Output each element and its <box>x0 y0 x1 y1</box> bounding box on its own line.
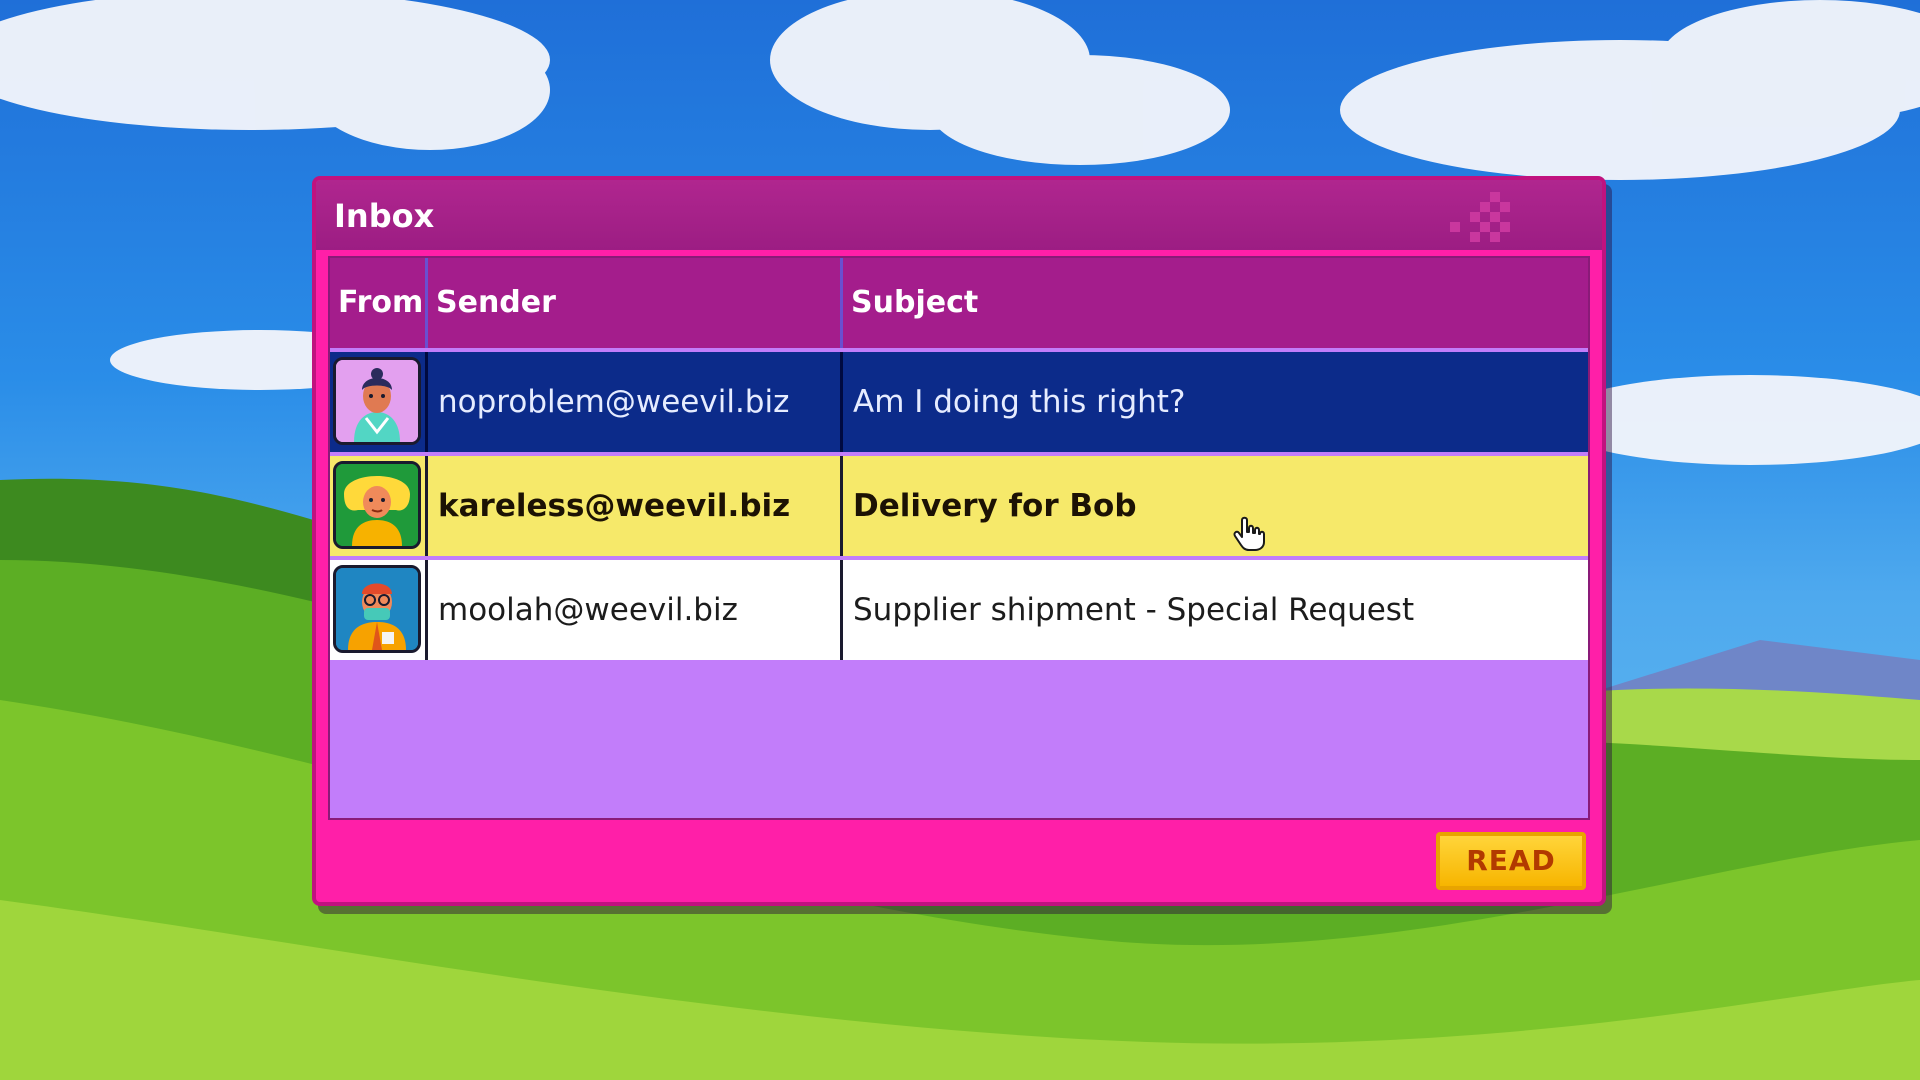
title-bar[interactable]: Inbox <box>316 180 1602 250</box>
email-row-selected[interactable]: noproblem@weevil.biz Am I doing this rig… <box>330 352 1588 452</box>
hand-pointer-icon <box>1233 516 1265 551</box>
empty-list-area <box>330 664 1588 814</box>
read-button[interactable]: READ <box>1436 832 1586 890</box>
window-footer: READ <box>328 820 1590 896</box>
email-row[interactable]: moolah@weevil.biz Supplier shipment - Sp… <box>330 560 1588 660</box>
subject-cell: Supplier shipment - Special Request <box>853 592 1415 628</box>
pixel-decoration-icon <box>1450 192 1510 242</box>
sender-cell: kareless@weevil.biz <box>428 456 843 556</box>
table-header: From Sender Subject <box>330 258 1588 348</box>
teal-character-avatar <box>333 357 421 445</box>
game-scene: Inbox From Sender Subject noproblem@weev… <box>0 0 1920 1080</box>
avatar-cell <box>330 456 428 556</box>
subject-cell: Delivery for Bob <box>853 488 1137 524</box>
email-row-hovered[interactable]: kareless@weevil.biz Delivery for Bob <box>330 456 1588 556</box>
column-header-sender: Sender <box>428 258 843 348</box>
subject-cell: Am I doing this right? <box>853 384 1186 420</box>
avatar-cell <box>330 352 428 452</box>
avatar-cell <box>330 560 428 660</box>
column-header-from: From <box>330 258 428 348</box>
inbox-table: From Sender Subject noproblem@weevil.biz… <box>328 256 1590 820</box>
masked-character-avatar <box>333 565 421 653</box>
window-title: Inbox <box>334 197 435 235</box>
blonde-character-avatar <box>333 461 421 549</box>
inbox-window: Inbox From Sender Subject noproblem@weev… <box>312 176 1606 906</box>
sender-cell: noproblem@weevil.biz <box>428 352 843 452</box>
column-header-subject: Subject <box>851 285 979 320</box>
sender-cell: moolah@weevil.biz <box>428 560 843 660</box>
